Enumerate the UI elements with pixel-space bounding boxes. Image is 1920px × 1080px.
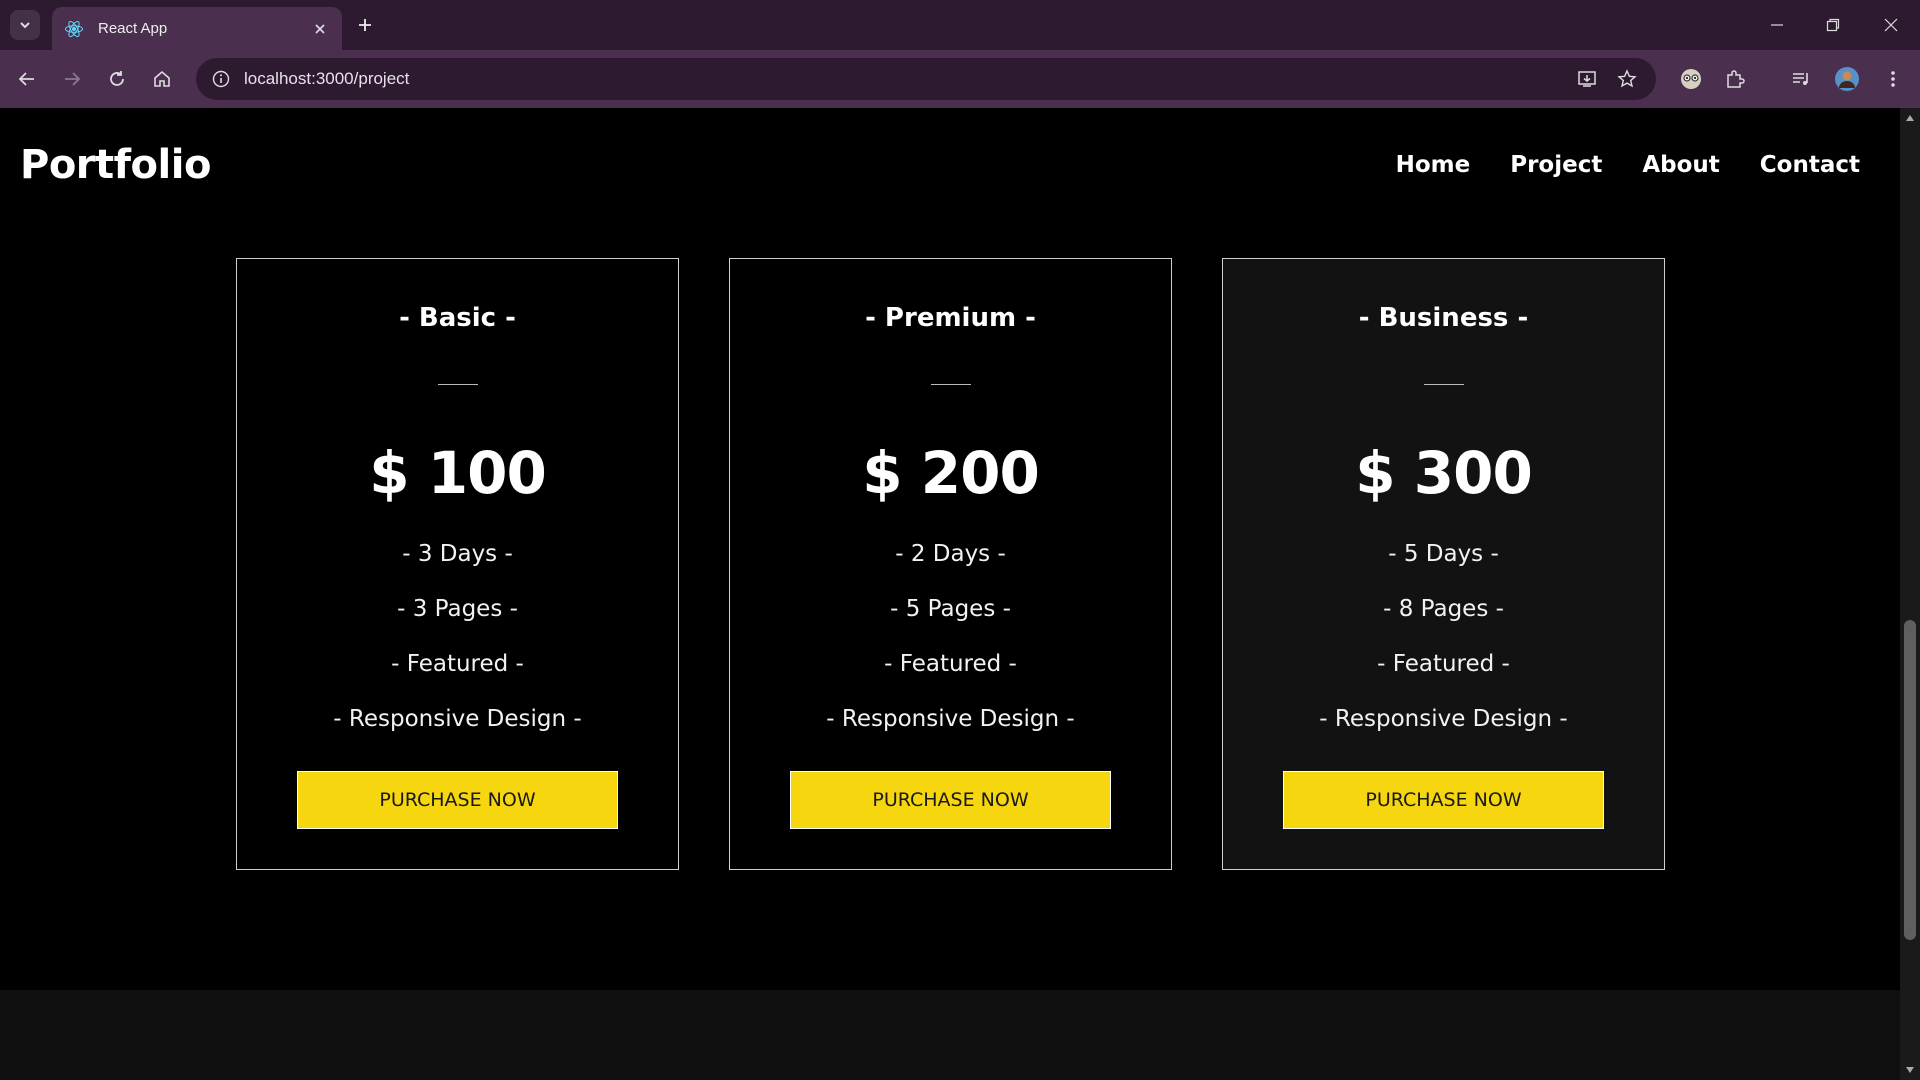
- home-icon: [154, 70, 170, 87]
- extension-button[interactable]: [1676, 64, 1706, 94]
- feature-item: - Responsive Design -: [826, 706, 1075, 732]
- feature-item: - Featured -: [884, 651, 1017, 677]
- divider: [437, 384, 478, 385]
- menu-icon: [1891, 71, 1895, 87]
- plan-name: - Business -: [1358, 303, 1529, 333]
- browser-toolbar: localhost:3000/project: [0, 50, 1920, 108]
- tab-list-button[interactable]: [10, 10, 40, 40]
- site-header: Portfolio Home Project About Contact: [0, 108, 1900, 218]
- scroll-up-button[interactable]: [1900, 110, 1920, 126]
- media-controls-button[interactable]: [1786, 64, 1816, 94]
- feature-item: - 3 Days -: [402, 541, 513, 567]
- page-viewport: Portfolio Home Project About Contact - B…: [0, 108, 1900, 1080]
- feature-item: - 3 Pages -: [397, 596, 518, 622]
- purchase-button[interactable]: PURCHASE NOW: [297, 771, 618, 829]
- plan-price: $ 300: [1355, 439, 1533, 507]
- feature-item: - 8 Pages -: [1383, 596, 1504, 622]
- feature-item: - Responsive Design -: [333, 706, 582, 732]
- profile-icon: [1835, 67, 1859, 91]
- nav-link-contact[interactable]: Contact: [1760, 152, 1860, 178]
- puzzle-icon: [1727, 70, 1745, 88]
- forward-icon: [65, 72, 81, 86]
- forward-button[interactable]: [57, 64, 87, 94]
- restore-button[interactable]: [1818, 10, 1848, 40]
- triangle-up-icon: [1906, 115, 1914, 121]
- feature-list: - 5 Days - - 8 Pages - - Featured - - Re…: [1223, 542, 1664, 762]
- browser-menu-button[interactable]: [1878, 64, 1908, 94]
- install-app-button[interactable]: [1572, 64, 1602, 94]
- install-icon: [1578, 71, 1596, 87]
- profile-button[interactable]: [1832, 64, 1862, 94]
- minimize-icon: [1771, 24, 1783, 26]
- reload-icon: [110, 71, 124, 86]
- pricing-card-business: - Business - $ 300 - 5 Days - - 8 Pages …: [1222, 258, 1665, 870]
- extension-icon: [1681, 69, 1701, 89]
- reload-button[interactable]: [102, 64, 132, 94]
- nav-link-project[interactable]: Project: [1510, 152, 1602, 178]
- back-button[interactable]: [12, 64, 42, 94]
- plus-icon: [359, 19, 371, 31]
- feature-item: - Featured -: [391, 651, 524, 677]
- footer-band: [0, 990, 1900, 1080]
- feature-item: - 2 Days -: [895, 541, 1006, 567]
- back-icon: [18, 72, 34, 86]
- media-icon: [1793, 73, 1808, 85]
- restore-icon: [1826, 18, 1840, 32]
- divider: [1423, 384, 1464, 385]
- main-nav: Home Project About Contact: [1396, 152, 1860, 178]
- minimize-button[interactable]: [1762, 10, 1792, 40]
- scroll-down-button[interactable]: [1900, 1062, 1920, 1078]
- extensions-menu-button[interactable]: [1720, 64, 1750, 94]
- tab-close-button[interactable]: [310, 19, 330, 39]
- feature-item: - Featured -: [1377, 651, 1510, 677]
- plan-price: $ 100: [369, 439, 547, 507]
- feature-item: - 5 Pages -: [890, 596, 1011, 622]
- feature-list: - 2 Days - - 5 Pages - - Featured - - Re…: [730, 542, 1171, 762]
- info-icon: [212, 70, 230, 88]
- tab-bar: React App: [0, 0, 1920, 50]
- close-icon: [315, 23, 325, 34]
- triangle-down-icon: [1906, 1067, 1914, 1073]
- feature-item: - Responsive Design -: [1319, 706, 1568, 732]
- divider: [930, 384, 971, 385]
- tab-title: React App: [98, 20, 168, 37]
- home-button[interactable]: [147, 64, 177, 94]
- purchase-button[interactable]: PURCHASE NOW: [790, 771, 1111, 829]
- close-icon: [1884, 18, 1898, 32]
- chevron-down-icon: [20, 22, 30, 29]
- nav-link-home[interactable]: Home: [1396, 152, 1471, 178]
- react-favicon-icon: [65, 20, 83, 37]
- plan-price: $ 200: [862, 439, 1040, 507]
- plan-name: - Basic -: [399, 303, 516, 333]
- browser-tab[interactable]: React App: [52, 7, 342, 50]
- site-logo[interactable]: Portfolio: [20, 142, 211, 188]
- feature-item: - 5 Days -: [1388, 541, 1499, 567]
- pricing-card-premium: - Premium - $ 200 - 2 Days - - 5 Pages -…: [729, 258, 1172, 870]
- purchase-button[interactable]: PURCHASE NOW: [1283, 771, 1604, 829]
- scroll-thumb[interactable]: [1904, 620, 1916, 940]
- pricing-card-basic: - Basic - $ 100 - 3 Days - - 3 Pages - -…: [236, 258, 679, 870]
- page-scrollbar[interactable]: [1900, 108, 1920, 1080]
- close-window-button[interactable]: [1876, 10, 1906, 40]
- plan-name: - Premium -: [865, 303, 1036, 333]
- feature-list: - 3 Days - - 3 Pages - - Featured - - Re…: [237, 542, 678, 762]
- bookmark-button[interactable]: [1612, 64, 1642, 94]
- star-icon: [1617, 69, 1637, 88]
- new-tab-button[interactable]: [352, 12, 378, 38]
- address-bar[interactable]: localhost:3000/project: [196, 58, 1656, 100]
- url-text: localhost:3000/project: [244, 69, 410, 88]
- pricing-section: - Basic - $ 100 - 3 Days - - 3 Pages - -…: [236, 258, 1665, 870]
- nav-link-about[interactable]: About: [1642, 152, 1719, 178]
- site-info-button[interactable]: [206, 64, 236, 94]
